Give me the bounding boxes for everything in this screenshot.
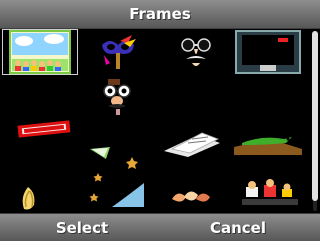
page-title: Frames: [129, 5, 191, 23]
glasses-mustache-frame-icon: [181, 38, 211, 66]
frame-thumbnail-2[interactable]: [80, 29, 156, 75]
frame-thumbnail-4[interactable]: [232, 29, 308, 75]
frame-thumbnail-17[interactable]: [2, 167, 78, 213]
sky-children-frame-icon: [9, 30, 71, 74]
tv-screen-frame-icon: [235, 30, 301, 74]
carnival-mask-frame-icon: [102, 35, 136, 69]
party-characters-frame-icon: [242, 179, 298, 205]
frame-thumbnail-19[interactable]: [158, 167, 234, 213]
seashells-frame-icon: [172, 191, 210, 202]
frames-grid: [0, 29, 310, 213]
title-bar: Frames: [0, 0, 320, 29]
select-softkey[interactable]: Select: [22, 214, 142, 241]
yellow-flower-frame-icon: [22, 187, 35, 210]
frame-thumbnail-3[interactable]: [158, 29, 234, 75]
scrollbar-thumb[interactable]: [312, 31, 318, 201]
frame-thumbnail-1[interactable]: [2, 29, 78, 75]
frame-thumbnail-20[interactable]: [232, 167, 308, 213]
cancel-softkey[interactable]: Cancel: [178, 214, 298, 241]
softkey-bar: Select Cancel: [0, 213, 320, 241]
blue-wave-frame-icon: [89, 183, 144, 207]
frame-thumbnail-18[interactable]: [80, 167, 156, 213]
vertical-scrollbar[interactable]: [310, 29, 320, 213]
